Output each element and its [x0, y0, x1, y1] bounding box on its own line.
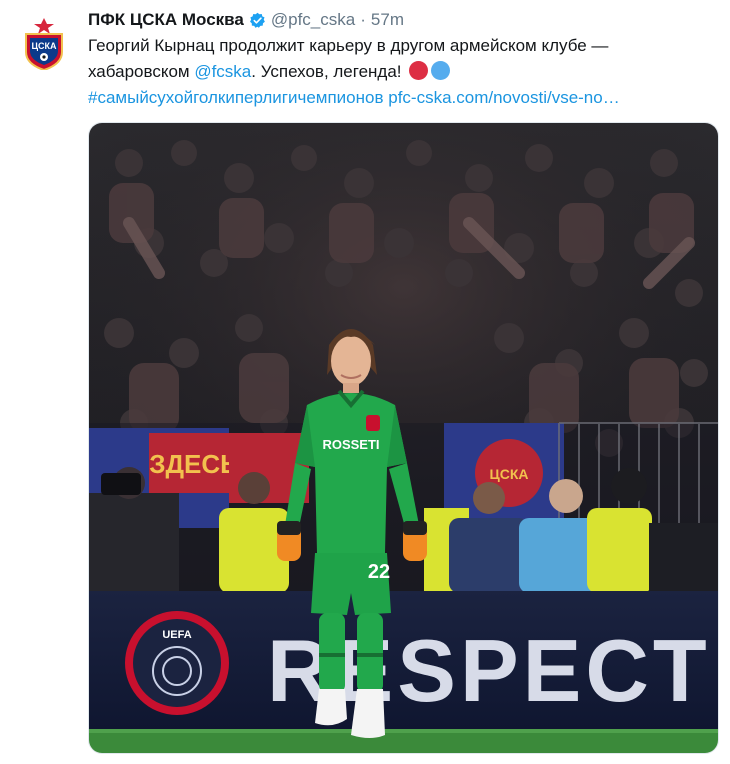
external-link[interactable]: pfc-cska.com/novosti/vse-no…: [388, 88, 619, 107]
tweet-photo[interactable]: ЗДЕСЬ ЦСКА UEFA RESPECT ROSSETI 22: [88, 122, 719, 754]
tweet-header: ПФК ЦСКА Москва @pfc_cska · 57m: [88, 8, 718, 32]
tweet-text: Георгий Кырнац продолжит карьеру в друго…: [88, 33, 718, 85]
separator-dot: ·: [360, 10, 366, 29]
stand-banner-right-text: ЦСКА: [490, 466, 529, 482]
hashtag-link[interactable]: #самыйсухойголкиперлигичемпионов: [88, 88, 384, 107]
avatar[interactable]: ЦСКА: [22, 18, 66, 72]
tweet-text-line2-end: . Успехов, легенда!: [251, 62, 402, 81]
author-handle[interactable]: @pfc_cska: [271, 10, 355, 30]
stand-banner-left-text: ЗДЕСЬ: [149, 449, 239, 479]
tweet-text-line2: хабаровском: [88, 62, 195, 81]
author-name[interactable]: ПФК ЦСКА Москва: [88, 10, 244, 30]
shirt-sponsor-text: ROSSETI: [322, 437, 379, 452]
shorts-number: 22: [368, 561, 390, 583]
verified-badge-icon: [249, 12, 266, 29]
tweet-tags-line: #самыйсухойголкиперлигичемпионов pfc-csk…: [88, 85, 718, 111]
tweet-timestamp[interactable]: 57m: [371, 10, 404, 30]
tweet-card[interactable]: ЦСКА ПФК ЦСКА Москва @pfc_cska · 57m Гео…: [0, 0, 730, 764]
tweet-text-line1: Георгий Кырнац продолжит карьеру в друго…: [88, 36, 609, 55]
tweet-body: ПФК ЦСКА Москва @pfc_cska · 57m Георгий …: [88, 8, 718, 111]
uefa-text: UEFA: [162, 629, 191, 641]
goalkeeper-photo: ЗДЕСЬ ЦСКА UEFA RESPECT ROSSETI 22: [89, 123, 718, 753]
blue-circle-emoji-icon: [431, 61, 451, 80]
red-circle-emoji-icon: [409, 61, 429, 80]
crest-text: ЦСКА: [31, 41, 57, 51]
mention-link[interactable]: @fcska: [194, 62, 251, 81]
cska-crest-icon: ЦСКА: [25, 18, 63, 72]
